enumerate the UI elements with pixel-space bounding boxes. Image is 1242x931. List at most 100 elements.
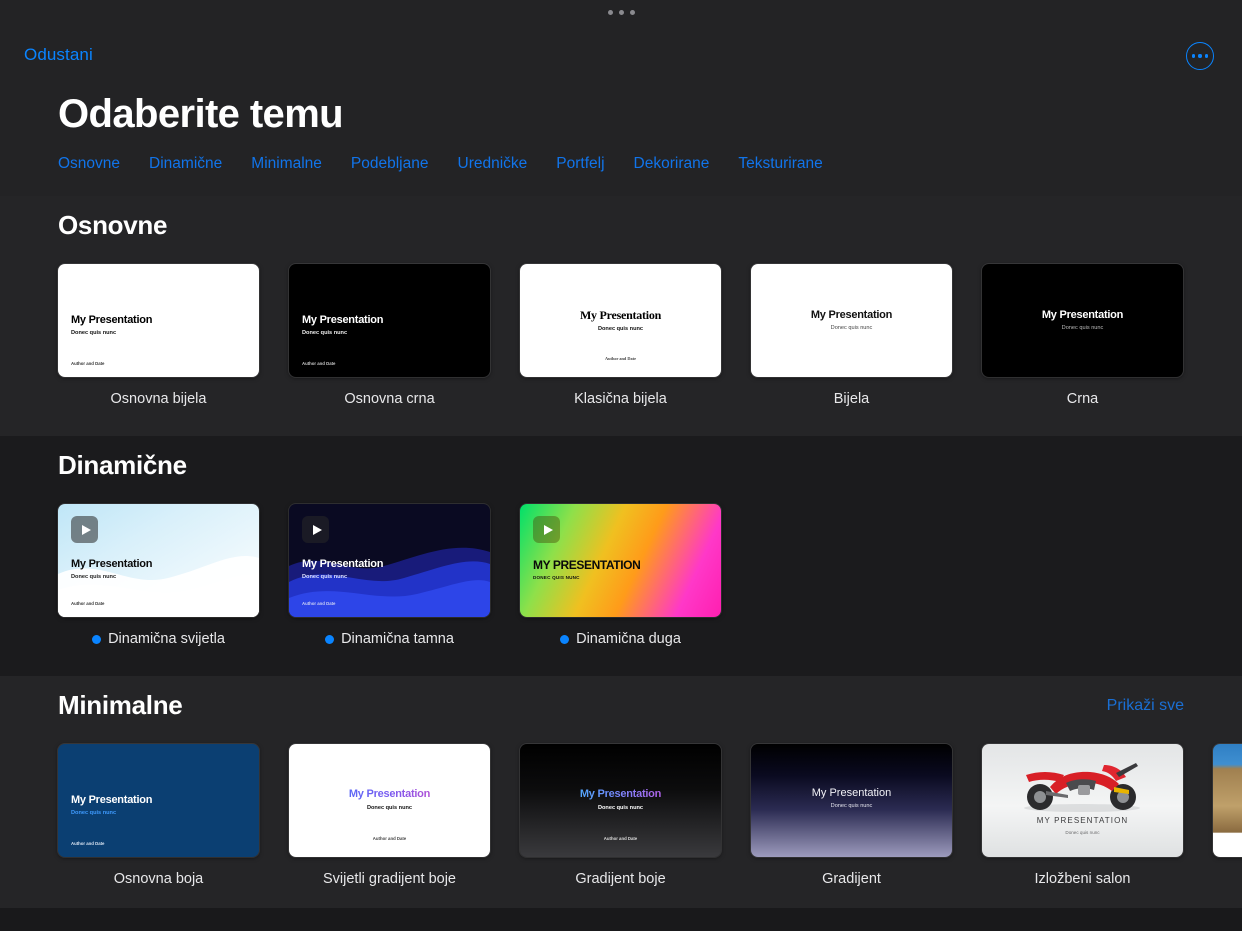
slide-title: My Presentation	[302, 558, 384, 570]
section-osnovne: Osnovne My Presentation Donec quis nunc …	[0, 196, 1242, 436]
theme-name: Svijetli gradijent boje	[323, 871, 456, 887]
slide-subtitle: DONEC QUIS NUNC	[533, 575, 580, 580]
theme-label: Bijela	[751, 391, 952, 407]
theme-thumbnail[interactable]: My Presentation Donec quis nunc Author a…	[289, 744, 490, 857]
slide-title: MY PRESENTATION	[1036, 816, 1129, 825]
tab-dinamicne[interactable]: Dinamične	[149, 155, 222, 173]
theme-label: Crna	[982, 391, 1183, 407]
section-dinamicne: Dinamične My Presentation Donec quis nun…	[0, 436, 1242, 676]
slide-title: My Presentation	[289, 788, 490, 800]
tab-urednicke[interactable]: Uredničke	[458, 155, 528, 173]
theme-label: Izložbeni salon	[982, 871, 1183, 887]
theme-thumbnail[interactable]: My Presentation Donec quis nunc Author a…	[289, 504, 490, 617]
theme-thumbnail[interactable]: MY PRESENTATION DONEC QUIS NUNC	[520, 504, 721, 617]
slide-title: My Presentation	[71, 558, 153, 570]
tab-teksturirane[interactable]: Teksturirane	[738, 155, 822, 173]
theme-label: Svijetli gradijent boje	[289, 871, 490, 887]
theme-label: Gradijent boje	[520, 871, 721, 887]
header-bar: Odustani	[0, 38, 1242, 72]
slide-title: My Presentation	[520, 788, 721, 800]
animated-indicator-dot	[560, 634, 570, 644]
theme-card[interactable]: My Presentation Donec quis nunc Author a…	[58, 744, 289, 887]
slide-subtitle: Donec quis nunc	[71, 574, 117, 580]
theme-name: Bijela	[833, 391, 870, 407]
theme-card[interactable]: My Presentation Donec quis nunc Gradijen…	[751, 744, 982, 887]
animated-indicator-dot	[325, 634, 335, 644]
theme-label: Dinamična svijetla	[58, 631, 259, 647]
theme-card[interactable]: My Presentation Donec quis nunc Author a…	[289, 264, 520, 407]
theme-card[interactable]: MY PRESENTATION DONEC QUIS NUNC Dinamičn…	[520, 504, 751, 647]
slide-author: Author and Date	[71, 601, 105, 606]
motorcycle-image	[1024, 763, 1140, 812]
theme-card[interactable]: My Presentation Donec quis nunc Author a…	[520, 264, 751, 407]
slide-title: My Presentation	[810, 309, 893, 321]
theme-row: My Presentation Donec quis nunc Author a…	[58, 264, 1213, 407]
theme-card[interactable]: My Presentation Donec quis nunc Author a…	[58, 264, 289, 407]
theme-card[interactable]: My Presentation Donec quis nunc Author a…	[520, 744, 751, 887]
theme-thumbnail[interactable]: My Presentation Donec quis nunc	[751, 744, 952, 857]
theme-name: Klasična bijela	[574, 391, 667, 407]
section-heading: Dinamične	[58, 450, 187, 480]
play-icon	[71, 516, 98, 543]
theme-thumbnail[interactable]: My Presentation Donec quis nunc	[751, 264, 952, 377]
theme-card[interactable]: My Presentation Donec quis nunc Bijela	[751, 264, 982, 407]
slide-title: My Presentation	[302, 314, 384, 326]
slide-title: MY PRESENTATION	[533, 558, 641, 572]
slide-title: My Presentation	[1041, 309, 1124, 321]
theme-name: Osnovna crna	[344, 391, 435, 407]
section-minimalne: Minimalne Prikaži sve My Presentation Do…	[0, 676, 1242, 908]
tab-podebljane[interactable]: Podebljane	[351, 155, 429, 173]
theme-card[interactable]: My Presentation Donec quis nunc Author a…	[289, 504, 520, 647]
theme-label: Klasična bijela	[520, 391, 721, 407]
category-tabs: Osnovne Dinamične Minimalne Podebljane U…	[58, 155, 852, 173]
theme-card[interactable]: My Presentation Donec quis nunc Author a…	[58, 504, 289, 647]
slide-subtitle: Donec quis nunc	[597, 805, 644, 811]
section-heading: Osnovne	[58, 210, 168, 240]
theme-thumbnail[interactable]: My Presentation Donec quis nunc	[982, 264, 1183, 377]
slide-author: Author and Date	[605, 356, 636, 361]
theme-card[interactable]: My Presentation Donec quis nunc Crna	[982, 264, 1213, 407]
theme-name: Crna	[1066, 391, 1099, 407]
slide-subtitle: Donec quis nunc	[302, 330, 348, 336]
theme-thumbnail[interactable]: My Presentation Donec quis nunc Author a…	[520, 264, 721, 377]
ellipsis-circle-icon[interactable]	[1186, 42, 1214, 70]
tab-osnovne[interactable]: Osnovne	[58, 155, 120, 173]
theme-name: Osnovna boja	[113, 871, 204, 887]
theme-row: My Presentation Donec quis nunc Author a…	[58, 504, 751, 647]
show-all-button[interactable]: Prikaži sve	[1107, 697, 1184, 715]
slide-author: Author and Date	[71, 361, 105, 366]
play-icon	[302, 516, 329, 543]
theme-label: Osnovna crna	[289, 391, 490, 407]
theme-name: Gradijent boje	[575, 871, 666, 887]
theme-card[interactable]: MY PRESENTATION Donec quis nunc Izložben…	[982, 744, 1213, 887]
tab-dekorirane[interactable]: Dekorirane	[634, 155, 710, 173]
slide-author: Author and Date	[372, 836, 407, 841]
slide-subtitle: Donec quis nunc	[71, 330, 117, 336]
dot	[1191, 54, 1196, 58]
theme-thumbnail[interactable]	[1213, 744, 1242, 857]
theme-thumbnail[interactable]: MY PRESENTATION Donec quis nunc	[982, 744, 1183, 857]
theme-thumbnail[interactable]: My Presentation Donec quis nunc Author a…	[58, 504, 259, 617]
section-heading: Minimalne	[58, 690, 183, 720]
theme-chooser-window: Odustani Odaberite temu Osnovne Dinamičn…	[0, 0, 1242, 931]
drag-handle-dots-icon[interactable]	[0, 0, 1242, 24]
slide-author: Author and Date	[302, 601, 336, 606]
dot	[1198, 54, 1202, 58]
theme-card-partial[interactable]	[1213, 744, 1242, 887]
slide-subtitle: Donec quis nunc	[597, 326, 644, 332]
theme-thumbnail[interactable]: My Presentation Donec quis nunc Author a…	[58, 744, 259, 857]
footer-band	[0, 908, 1242, 931]
theme-thumbnail[interactable]: My Presentation Donec quis nunc Author a…	[520, 744, 721, 857]
theme-card[interactable]: My Presentation Donec quis nunc Author a…	[289, 744, 520, 887]
slide-subtitle: Donec quis nunc	[1065, 830, 1100, 835]
theme-thumbnail[interactable]: My Presentation Donec quis nunc Author a…	[289, 264, 490, 377]
slide-subtitle: Donec quis nunc	[302, 574, 348, 580]
theme-name: Dinamična svijetla	[108, 631, 225, 647]
theme-thumbnail[interactable]: My Presentation Donec quis nunc Author a…	[58, 264, 259, 377]
theme-row: My Presentation Donec quis nunc Author a…	[58, 744, 1242, 887]
theme-name: Gradijent	[822, 871, 881, 887]
tab-minimalne[interactable]: Minimalne	[251, 155, 322, 173]
theme-label: Dinamična duga	[520, 631, 721, 647]
cancel-button[interactable]: Odustani	[24, 38, 93, 72]
tab-portfelj[interactable]: Portfelj	[556, 155, 604, 173]
